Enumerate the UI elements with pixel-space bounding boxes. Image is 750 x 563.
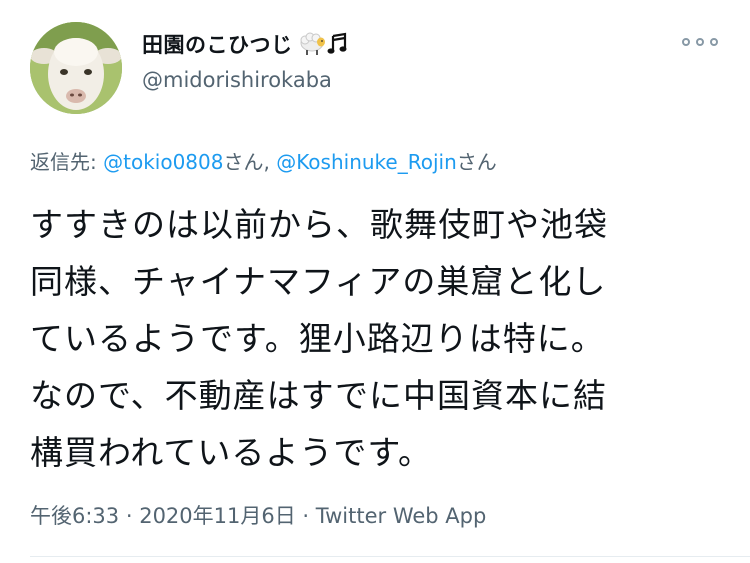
user-handle[interactable]: @midorishirokaba — [142, 68, 332, 92]
tweet-text-line: すすきのは以前から、歌舞伎町や池袋 — [30, 205, 608, 244]
more-dot — [710, 38, 718, 46]
tweet-text-line: 構買われているようです。 — [30, 433, 433, 472]
reply-prefix: 返信先: — [30, 150, 104, 174]
lamb-avatar-image — [30, 22, 122, 114]
tweet-text-line: 同様、チャイナマフィアの巣窟と化し — [30, 262, 607, 301]
meta-separator: · — [119, 504, 140, 528]
tweet-text: すすきのは以前から、歌舞伎町や池袋 同様、チャイナマフィアの巣窟と化し ているよ… — [30, 196, 720, 481]
mention-link-koshinuke-rojin[interactable]: @Koshinuke_Rojin — [276, 150, 457, 174]
more-dot — [682, 38, 690, 46]
music-note-icon — [327, 32, 346, 54]
tweet-text-line: なので、不動産はすでに中国資本に結 — [30, 376, 608, 415]
sheep-icon — [300, 32, 325, 55]
more-dot — [696, 38, 704, 46]
user-name-row[interactable]: 田園のこひつじ — [142, 28, 349, 60]
more-options-icon[interactable] — [682, 34, 718, 50]
name-emoji-group — [297, 31, 349, 57]
reply-to-line: 返信先: @tokio0808さん, @Koshinuke_Rojinさん — [30, 146, 497, 175]
reply-suffix: さん — [456, 150, 497, 174]
display-name[interactable]: 田園のこひつじ — [142, 29, 293, 59]
tweet-text-line: ているようです。狸小路辺りは特に。 — [30, 319, 605, 358]
meta-separator: · — [295, 504, 316, 528]
tweet-source[interactable]: Twitter Web App — [316, 504, 487, 528]
tweet-date[interactable]: 2020年11月6日 — [139, 504, 296, 528]
mention-link-tokio0808[interactable]: @tokio0808 — [103, 150, 223, 174]
tweet-time[interactable]: 午後6:33 — [30, 504, 119, 528]
reply-suffix: さん, — [223, 150, 277, 174]
tweet-meta: 午後6:33 · 2020年11月6日 · Twitter Web App — [30, 500, 486, 530]
tweet: 田園のこひつじ @midorishirokaba 返信先: @tokio0808… — [0, 0, 750, 563]
divider — [30, 556, 750, 557]
lamb-avatar[interactable] — [30, 22, 122, 114]
